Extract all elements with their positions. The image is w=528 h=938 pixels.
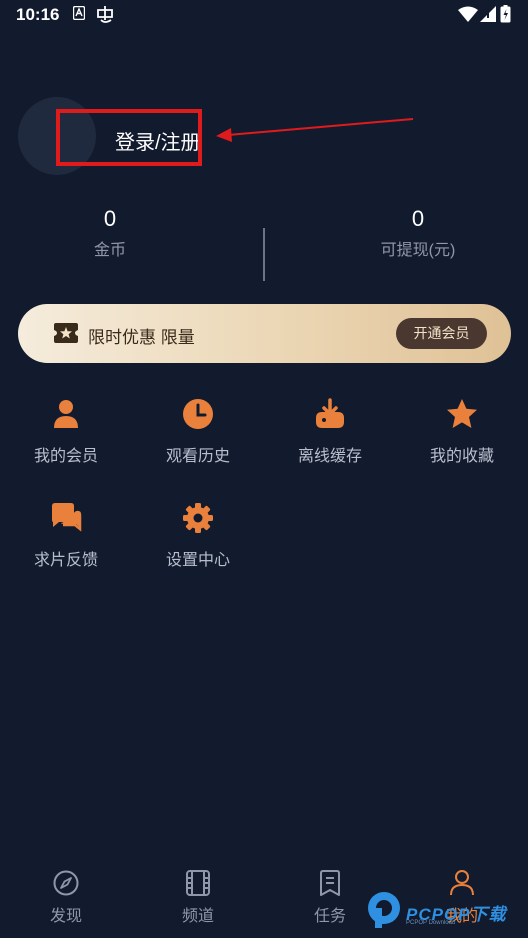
watermark-subtext: PCPOP Download bbox=[406, 920, 456, 926]
menu-label: 设置中心 bbox=[165, 552, 230, 569]
stat-withdrawable[interactable]: 0 可提现(元) bbox=[308, 206, 528, 260]
menu-my-membership[interactable]: 我的会员 bbox=[11, 398, 121, 478]
vip-banner[interactable]: 限时优惠 限量 开通会员 bbox=[18, 304, 511, 363]
menu-request-feedback[interactable]: 求片反馈 bbox=[11, 502, 121, 582]
gear-icon bbox=[183, 503, 213, 533]
stat-coins[interactable]: 0 金币 bbox=[0, 206, 220, 260]
tab-channel[interactable]: 频道 bbox=[158, 870, 238, 930]
stats-divider bbox=[263, 228, 265, 281]
clock-icon bbox=[183, 399, 213, 429]
withdrawable-label: 可提现(元) bbox=[380, 242, 456, 259]
coins-value: 0 bbox=[103, 206, 117, 231]
watermark-logo-icon bbox=[368, 892, 400, 928]
menu-settings-center[interactable]: 设置中心 bbox=[143, 502, 253, 582]
menu-label: 我的会员 bbox=[33, 448, 98, 465]
member-icon bbox=[54, 400, 78, 428]
star-icon bbox=[447, 399, 477, 428]
feedback-icon bbox=[52, 503, 82, 532]
coins-label: 金币 bbox=[93, 242, 126, 259]
film-icon bbox=[186, 870, 210, 896]
annotation-arrow bbox=[216, 118, 414, 142]
menu-label: 观看历史 bbox=[165, 448, 230, 465]
menu-watch-history[interactable]: 观看历史 bbox=[143, 398, 253, 478]
tab-label: 频道 bbox=[181, 908, 214, 925]
tab-tasks[interactable]: 任务 bbox=[290, 870, 370, 930]
menu-label: 离线缓存 bbox=[297, 448, 362, 465]
open-membership-button[interactable]: 开通会员 bbox=[396, 318, 487, 349]
menu-label: 我的收藏 bbox=[429, 448, 494, 465]
vip-ticket-icon bbox=[54, 323, 78, 343]
task-icon bbox=[320, 870, 340, 896]
watermark: PCPOP下载 PCPOP Download bbox=[366, 890, 526, 936]
menu-label: 求片反馈 bbox=[33, 552, 98, 569]
download-icon bbox=[316, 398, 344, 428]
tab-discover[interactable]: 发现 bbox=[26, 870, 106, 930]
compass-icon bbox=[53, 870, 79, 896]
menu-offline-cache[interactable]: 离线缓存 bbox=[275, 398, 385, 478]
withdrawable-value: 0 bbox=[411, 206, 425, 231]
menu-my-favorites[interactable]: 我的收藏 bbox=[407, 398, 517, 478]
vip-promo-text: 限时优惠 限量 bbox=[88, 328, 195, 347]
tab-label: 任务 bbox=[313, 908, 346, 925]
tab-label: 发现 bbox=[49, 908, 82, 925]
